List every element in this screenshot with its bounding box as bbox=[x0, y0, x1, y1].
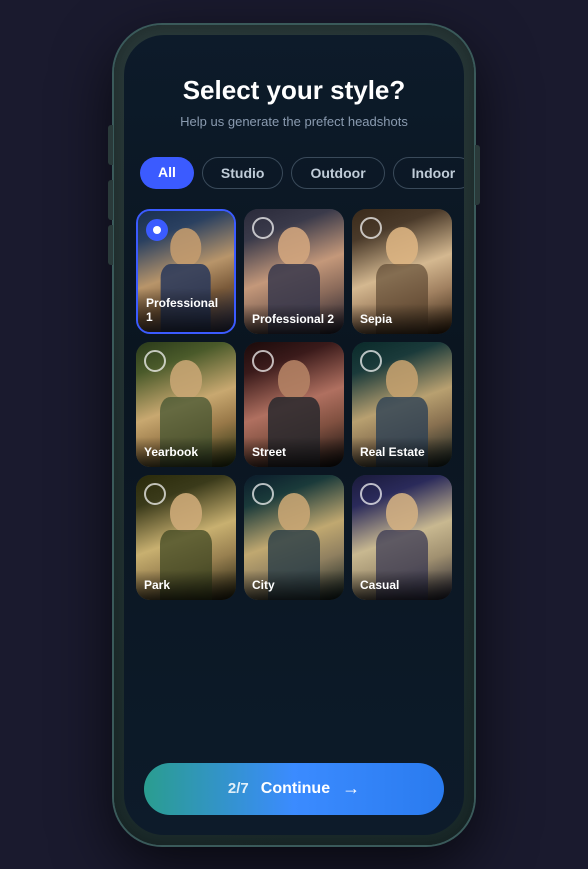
card-select-9 bbox=[360, 483, 382, 505]
card-label-6: Real Estate bbox=[360, 445, 444, 459]
card-label-8: City bbox=[252, 578, 336, 592]
card-label-overlay-4: Yearbook bbox=[136, 437, 236, 467]
card-label-3: Sepia bbox=[360, 312, 444, 326]
style-card-park[interactable]: Park bbox=[136, 475, 236, 600]
style-card-professional-1[interactable]: Professional 1 bbox=[136, 209, 236, 334]
card-select-8 bbox=[252, 483, 274, 505]
continue-button[interactable]: 2/7 Continue → bbox=[144, 763, 444, 815]
style-card-real-estate[interactable]: Real Estate bbox=[352, 342, 452, 467]
arrow-icon: → bbox=[342, 778, 360, 799]
style-card-city[interactable]: City bbox=[244, 475, 344, 600]
filter-tab-all[interactable]: All bbox=[140, 157, 194, 189]
card-select-1 bbox=[146, 219, 168, 241]
card-select-3 bbox=[360, 217, 382, 239]
filter-tabs-container: All Studio Outdoor Indoor bbox=[124, 145, 464, 201]
style-grid: Professional 1 Professional 2 bbox=[136, 209, 452, 600]
continue-label: Continue bbox=[261, 780, 330, 798]
card-label-overlay-9: Casual bbox=[352, 570, 452, 600]
card-label-7: Park bbox=[144, 578, 228, 592]
style-card-sepia[interactable]: Sepia bbox=[352, 209, 452, 334]
card-select-6 bbox=[360, 350, 382, 372]
card-label-overlay-6: Real Estate bbox=[352, 437, 452, 467]
phone-screen: Select your style? Help us generate the … bbox=[124, 35, 464, 835]
card-label-overlay-2: Professional 2 bbox=[244, 304, 344, 334]
style-card-professional-2[interactable]: Professional 2 bbox=[244, 209, 344, 334]
card-label-9: Casual bbox=[360, 578, 444, 592]
header: Select your style? Help us generate the … bbox=[124, 35, 464, 145]
filter-tab-outdoor[interactable]: Outdoor bbox=[291, 157, 384, 189]
card-label-4: Yearbook bbox=[144, 445, 228, 459]
card-label-overlay-1: Professional 1 bbox=[138, 288, 234, 332]
page-subtitle: Help us generate the prefect headshots bbox=[148, 114, 440, 129]
filter-tab-indoor[interactable]: Indoor bbox=[393, 157, 464, 189]
page-title: Select your style? bbox=[148, 75, 440, 106]
card-label-overlay-7: Park bbox=[136, 570, 236, 600]
filter-tab-studio[interactable]: Studio bbox=[202, 157, 284, 189]
card-label-2: Professional 2 bbox=[252, 312, 336, 326]
style-card-casual[interactable]: Casual bbox=[352, 475, 452, 600]
card-select-7 bbox=[144, 483, 166, 505]
card-label-1: Professional 1 bbox=[146, 296, 226, 324]
card-label-overlay-8: City bbox=[244, 570, 344, 600]
style-grid-container: Professional 1 Professional 2 bbox=[124, 201, 464, 835]
style-card-street[interactable]: Street bbox=[244, 342, 344, 467]
phone-frame: Select your style? Help us generate the … bbox=[114, 25, 474, 845]
card-label-overlay-5: Street bbox=[244, 437, 344, 467]
card-select-4 bbox=[144, 350, 166, 372]
progress-counter: 2/7 bbox=[228, 780, 249, 797]
card-label-overlay-3: Sepia bbox=[352, 304, 452, 334]
style-card-yearbook[interactable]: Yearbook bbox=[136, 342, 236, 467]
card-select-5 bbox=[252, 350, 274, 372]
card-select-2 bbox=[252, 217, 274, 239]
card-label-5: Street bbox=[252, 445, 336, 459]
